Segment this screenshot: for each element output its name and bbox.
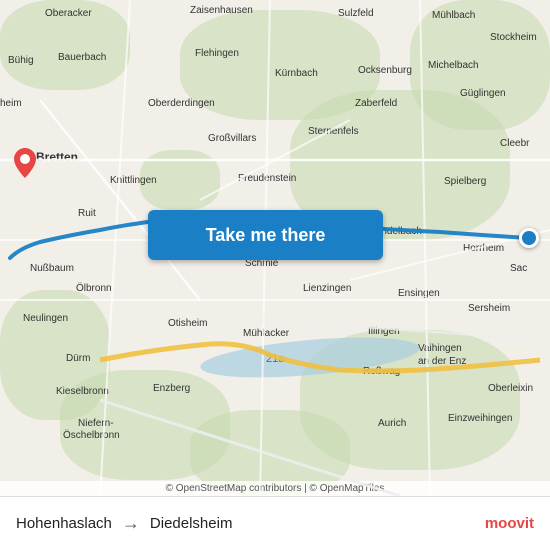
route-to: Diedelsheim [150, 515, 233, 532]
take-me-there-button[interactable]: Take me there [148, 210, 383, 260]
route-arrow: → [122, 513, 140, 534]
moovit-logo: moovit [485, 515, 534, 532]
map-container[interactable]: Oberacker Zaisenhausen Sulzfeld Mühlbach… [0, 0, 550, 496]
destination-dot [519, 228, 539, 248]
bottom-bar: Hohenhaslach → Diedelsheim moovit [0, 496, 550, 550]
green-area [0, 0, 130, 90]
moovit-text: moovit [485, 515, 534, 532]
origin-pin [14, 148, 36, 176]
route-from: Hohenhaslach [16, 515, 112, 532]
green-area [140, 150, 220, 210]
map-attribution: © OpenStreetMap contributors | © OpenMap… [0, 481, 550, 496]
app-container: Oberacker Zaisenhausen Sulzfeld Mühlbach… [0, 0, 550, 550]
